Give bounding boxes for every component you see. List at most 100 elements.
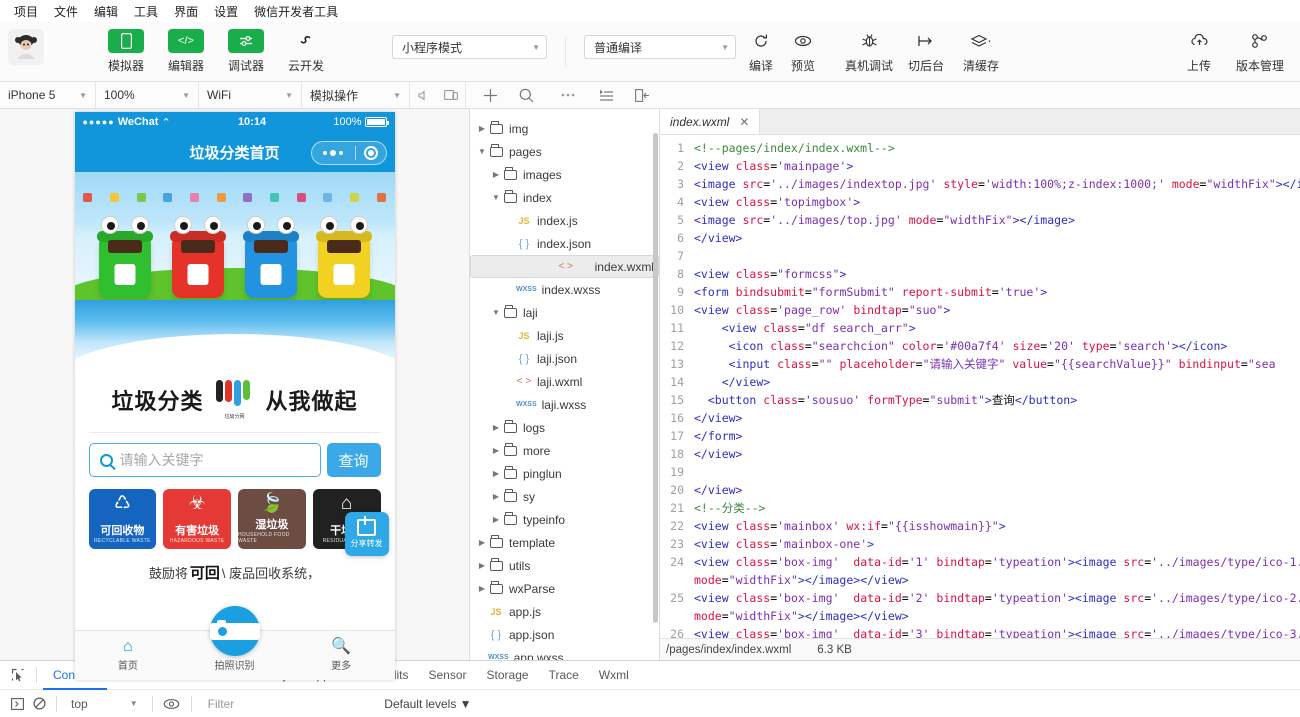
code-line[interactable]: 18 </view> xyxy=(660,445,1300,463)
console-levels-select[interactable]: Default levels ▼ xyxy=(384,697,471,711)
indent-icon[interactable] xyxy=(588,82,624,109)
clear-cache-button[interactable]: 清缓存 xyxy=(952,26,1010,74)
tree-folder[interactable]: ▶ utils xyxy=(470,554,659,577)
chevron-right-icon[interactable]: ▶ xyxy=(490,170,502,179)
category-hazardous[interactable]: ☣ 有害垃圾 HAZARDOUS WASTE xyxy=(163,489,231,549)
tree-folder[interactable]: ▶ sy xyxy=(470,485,659,508)
tree-folder[interactable]: ▶ template xyxy=(470,531,659,554)
code-line[interactable]: 2 <view class='mainpage'> xyxy=(660,157,1300,175)
share-button[interactable]: 分享转发 xyxy=(344,512,389,556)
clear-console-icon[interactable] xyxy=(28,694,50,714)
tree-folder[interactable]: ▶ wxParse xyxy=(470,577,659,600)
chevron-down-icon[interactable]: ▼ xyxy=(490,308,502,317)
editor-tab-index-wxml[interactable]: index.wxml ✕ xyxy=(660,109,761,134)
operation-select[interactable]: 模拟操作 ▼ xyxy=(302,81,410,109)
tree-file[interactable]: { } index.json xyxy=(470,232,659,255)
compile-button[interactable]: 编译 xyxy=(740,26,782,74)
device-select[interactable]: iPhone 5 ▼ xyxy=(0,81,96,109)
code-line[interactable]: 25 <view class='box-img' data-id='2' bind… xyxy=(660,589,1300,607)
chevron-down-icon[interactable]: ▼ xyxy=(476,147,488,156)
inspect-element-icon[interactable] xyxy=(6,665,30,685)
console-context-select[interactable]: top ▼ xyxy=(63,697,146,711)
panel-toggle-icon[interactable] xyxy=(624,82,660,109)
code-line[interactable]: 13 <input class="" placeholder="请输入关键字" … xyxy=(660,355,1300,373)
mute-icon[interactable] xyxy=(410,82,436,109)
code-line[interactable]: 24 <view class='box-img' data-id='1' bind… xyxy=(660,553,1300,571)
add-icon[interactable] xyxy=(472,82,508,109)
menu-item-wechat-devtools[interactable]: 微信开发者工具 xyxy=(246,1,346,22)
compile-mode-select[interactable]: 普通编译 ▼ xyxy=(584,35,736,59)
more-icon[interactable] xyxy=(548,82,588,109)
network-select[interactable]: WiFi ▼ xyxy=(199,81,302,109)
cloud-dev-button[interactable]: 云开发 xyxy=(276,26,336,74)
code-line[interactable]: 19 xyxy=(660,463,1300,481)
devtools-tab-trace[interactable]: Trace xyxy=(539,661,589,690)
devtools-tab-sensor[interactable]: Sensor xyxy=(419,661,477,690)
debugger-button[interactable]: 调试器 xyxy=(216,26,276,74)
devtools-tab-wxml[interactable]: Wxml xyxy=(589,661,639,690)
code-line[interactable]: 26 <view class='box-img' data-id='3' bind… xyxy=(660,625,1300,638)
menu-item-interface[interactable]: 界面 xyxy=(166,1,206,22)
code-line[interactable]: 14 </view> xyxy=(660,373,1300,391)
code-line[interactable]: 15 <button class='sousuo' formType="subm… xyxy=(660,391,1300,409)
menu-item-tools[interactable]: 工具 xyxy=(126,1,166,22)
category-recyclable[interactable]: ♺ 可回收物 RECYCLABLE WASTE xyxy=(88,489,157,549)
code-line[interactable]: 8 <view class="formcss"> xyxy=(660,265,1300,283)
chevron-right-icon[interactable]: ▶ xyxy=(476,561,488,570)
code-line[interactable]: 16 </view> xyxy=(660,409,1300,427)
menu-item-settings[interactable]: 设置 xyxy=(206,1,246,22)
search-icon[interactable] xyxy=(508,82,544,109)
chevron-right-icon[interactable]: ▶ xyxy=(490,515,502,524)
capsule-button[interactable] xyxy=(310,141,387,165)
code-line[interactable]: 23 <view class='mainbox-one'> xyxy=(660,535,1300,553)
mode-select[interactable]: 小程序模式 ▼ xyxy=(392,35,547,59)
tree-folder[interactable]: ▶ typeinfo xyxy=(470,508,659,531)
close-circle-icon[interactable] xyxy=(356,146,386,160)
eye-icon[interactable] xyxy=(159,694,185,714)
menu-item-edit[interactable]: 编辑 xyxy=(86,1,126,22)
code-line[interactable]: 21 <!--分类--> xyxy=(660,499,1300,517)
switch-background-button[interactable]: 切后台 xyxy=(900,26,952,74)
code-line[interactable]: mode="widthFix"></image></view> xyxy=(660,571,1300,589)
code-line[interactable]: 11 <view class="df search_arr"> xyxy=(660,319,1300,337)
console-filter-input[interactable]: Filter xyxy=(198,697,235,711)
avatar[interactable] xyxy=(8,29,44,65)
code-line[interactable]: 20 </view> xyxy=(660,481,1300,499)
chevron-right-icon[interactable]: ▶ xyxy=(476,124,488,133)
tree-file[interactable]: { } app.json xyxy=(470,623,659,646)
more-dots-icon[interactable] xyxy=(312,150,355,156)
code-line[interactable]: 7 xyxy=(660,247,1300,265)
tree-folder[interactable]: ▶ more xyxy=(470,439,659,462)
code-line[interactable]: 3 <image src='../images/indextop.jpg' sty… xyxy=(660,175,1300,193)
tree-file[interactable]: WXSS index.wxss xyxy=(470,278,659,301)
tree-file[interactable]: < > laji.wxml xyxy=(470,370,659,393)
tree-folder[interactable]: ▼ laji xyxy=(470,301,659,324)
code-line[interactable]: 10 <view class='page_row' bindtap="suo"> xyxy=(660,301,1300,319)
version-management-button[interactable]: 版本管理 xyxy=(1226,26,1294,74)
editor-button[interactable]: </> 编辑器 xyxy=(156,26,216,74)
tree-folder[interactable]: ▼ pages xyxy=(470,140,659,163)
tree-file[interactable]: JS index.js xyxy=(470,209,659,232)
code-line[interactable]: 12 <icon class="searchcion" color='#00a7… xyxy=(660,337,1300,355)
code-line[interactable]: 6 </view> xyxy=(660,229,1300,247)
code-line[interactable]: 17 </form> xyxy=(660,427,1300,445)
tree-folder[interactable]: ▼ index xyxy=(470,186,659,209)
console-sidebar-icon[interactable] xyxy=(6,694,28,714)
upload-button[interactable]: 上传 xyxy=(1172,26,1226,74)
search-input[interactable]: 请输入关键字 xyxy=(88,443,321,477)
menu-item-file[interactable]: 文件 xyxy=(46,1,86,22)
tree-folder[interactable]: ▶ logs xyxy=(470,416,659,439)
tabbar-item-home[interactable]: ⌂ 首页 xyxy=(75,639,182,673)
query-button[interactable]: 查询 xyxy=(326,443,381,477)
chevron-right-icon[interactable]: ▶ xyxy=(490,446,502,455)
code-line[interactable]: 22 <view class='mainbox' wx:if="{{isshowm… xyxy=(660,517,1300,535)
code-line[interactable]: 1 <!--pages/index/index.wxml--> xyxy=(660,139,1300,157)
code-area[interactable]: 1 <!--pages/index/index.wxml--> 2 <view cla… xyxy=(660,135,1300,638)
zoom-select[interactable]: 100% ▼ xyxy=(96,81,199,109)
tree-file[interactable]: WXSS laji.wxss xyxy=(470,393,659,416)
category-wet[interactable]: 🍃 湿垃圾 HOUSEHOLD FOOD WASTE xyxy=(238,489,306,549)
menu-item-project[interactable]: 项目 xyxy=(6,1,46,22)
devtools-tab-storage[interactable]: Storage xyxy=(477,661,539,690)
simulator-button[interactable]: 模拟器 xyxy=(96,26,156,74)
tree-folder[interactable]: ▶ img xyxy=(470,117,659,140)
